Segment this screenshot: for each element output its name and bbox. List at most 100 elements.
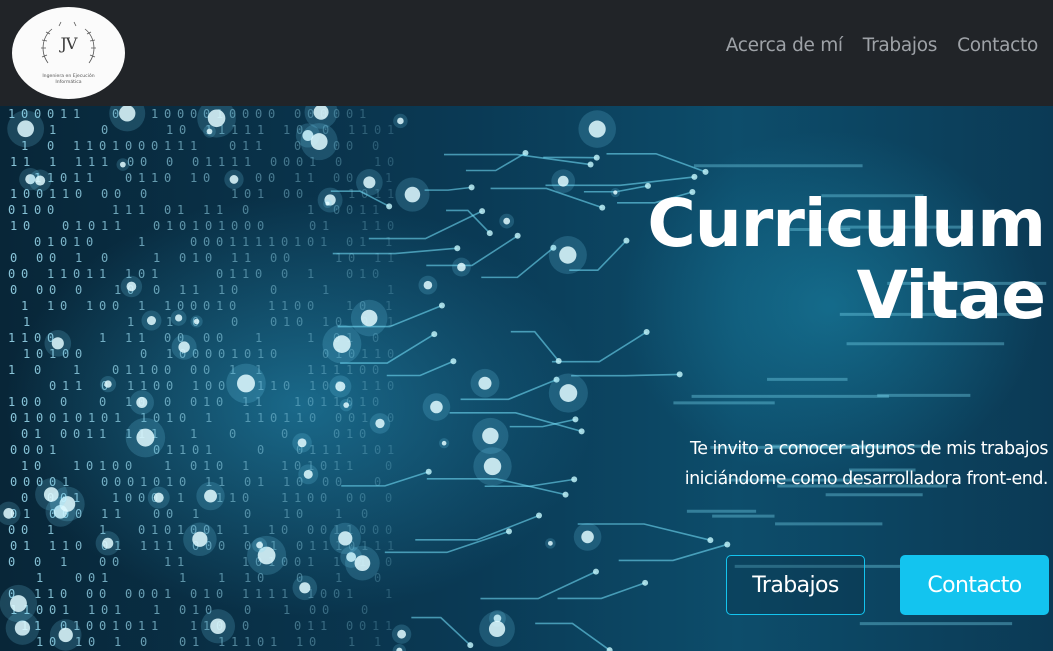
svg-text:1: 1 [10,219,17,233]
svg-text:1: 1 [99,331,106,345]
nav-link-trabajos[interactable]: Trabajos [863,35,938,56]
svg-text:1: 1 [231,155,238,169]
svg-text:0: 0 [346,203,353,217]
svg-text:1: 1 [385,299,392,313]
svg-text:0: 0 [255,107,262,121]
logo-caption-line2: Informática [55,80,82,85]
svg-text:1: 1 [177,139,184,153]
svg-text:0: 0 [218,379,225,393]
svg-text:0: 0 [348,411,355,425]
svg-text:1: 1 [127,379,134,393]
svg-text:1: 1 [372,619,379,633]
svg-text:1: 1 [49,123,56,137]
svg-text:1: 1 [60,107,67,121]
svg-text:0: 0 [47,139,54,153]
svg-text:0: 0 [166,507,173,521]
svg-text:0: 0 [36,411,43,425]
svg-text:1: 1 [125,331,132,345]
svg-text:1: 1 [49,539,56,553]
svg-text:1: 1 [62,187,69,201]
svg-text:0: 0 [229,427,236,441]
svg-text:1: 1 [177,491,184,505]
svg-text:1: 1 [99,459,106,473]
svg-text:0: 0 [203,299,210,313]
svg-text:1: 1 [346,587,353,601]
nav-link-acerca[interactable]: Acerca de mí [726,35,843,56]
contacto-button[interactable]: Contacto [900,555,1049,615]
svg-text:1: 1 [153,539,160,553]
svg-text:0: 0 [101,251,108,265]
svg-text:0: 0 [385,523,392,537]
svg-text:0: 0 [257,443,264,457]
svg-text:1: 1 [190,139,197,153]
svg-text:1: 1 [361,347,368,361]
svg-text:0: 0 [88,219,95,233]
svg-text:1: 1 [75,155,82,169]
svg-text:0: 0 [294,107,301,121]
svg-text:1: 1 [47,267,54,281]
svg-text:0: 0 [270,411,277,425]
svg-text:0: 0 [268,171,275,185]
svg-text:0: 0 [164,107,171,121]
svg-text:1: 1 [281,587,288,601]
svg-text:0: 0 [216,267,223,281]
svg-text:1: 1 [192,507,199,521]
svg-text:1: 1 [257,411,264,425]
svg-text:1: 1 [320,363,327,377]
svg-text:0: 0 [23,475,30,489]
svg-text:0: 0 [21,491,28,505]
svg-text:0: 0 [372,267,379,281]
svg-text:1: 1 [283,315,290,329]
svg-text:1: 1 [88,411,95,425]
svg-text:1: 1 [348,635,355,649]
svg-text:1: 1 [47,523,54,537]
svg-text:0: 0 [296,187,303,201]
svg-text:0: 0 [153,283,160,297]
svg-text:1: 1 [231,187,238,201]
svg-text:0: 0 [257,635,264,649]
hero-subtitle-line2: iniciándome como desarrolladora front-en… [684,469,1049,489]
logo[interactable]: JV Ingeniera en Ejecución Informática [12,7,125,99]
svg-text:0: 0 [75,187,82,201]
svg-text:0: 0 [164,171,171,185]
nav-link-contacto[interactable]: Contacto [957,35,1038,56]
svg-text:1: 1 [36,635,43,649]
svg-text:1: 1 [268,523,275,537]
svg-text:1: 1 [255,331,262,345]
svg-text:0: 0 [216,331,223,345]
svg-text:0: 0 [346,235,353,249]
svg-text:0: 0 [140,635,147,649]
svg-text:0: 0 [179,219,186,233]
svg-text:1: 1 [47,587,54,601]
svg-text:1: 1 [114,219,121,233]
svg-text:0: 0 [244,219,251,233]
trabajos-button[interactable]: Trabajos [726,555,865,615]
svg-text:0: 0 [335,475,342,489]
svg-text:0: 0 [101,187,108,201]
svg-text:0: 0 [307,299,314,313]
svg-text:1: 1 [179,571,186,585]
svg-text:1: 1 [203,203,210,217]
svg-text:0: 0 [62,219,69,233]
svg-text:1: 1 [151,267,158,281]
svg-text:1: 1 [192,603,199,617]
svg-text:1: 1 [216,299,223,313]
svg-text:1: 1 [205,155,212,169]
svg-text:0: 0 [60,235,67,249]
svg-text:1: 1 [164,139,171,153]
logo-caption: Ingeniera en Ejecución Informática [12,74,125,86]
svg-text:0: 0 [296,539,303,553]
svg-text:1: 1 [127,315,134,329]
svg-text:1: 1 [114,635,121,649]
svg-text:0: 0 [179,635,186,649]
svg-text:0: 0 [10,475,17,489]
svg-text:1: 1 [21,331,28,345]
svg-text:1: 1 [114,411,121,425]
svg-text:0: 0 [307,235,314,249]
svg-text:1: 1 [49,187,56,201]
svg-text:1: 1 [73,459,80,473]
svg-text:1: 1 [179,443,186,457]
svg-text:0: 0 [270,251,277,265]
svg-text:1: 1 [296,411,303,425]
svg-text:0: 0 [385,491,392,505]
